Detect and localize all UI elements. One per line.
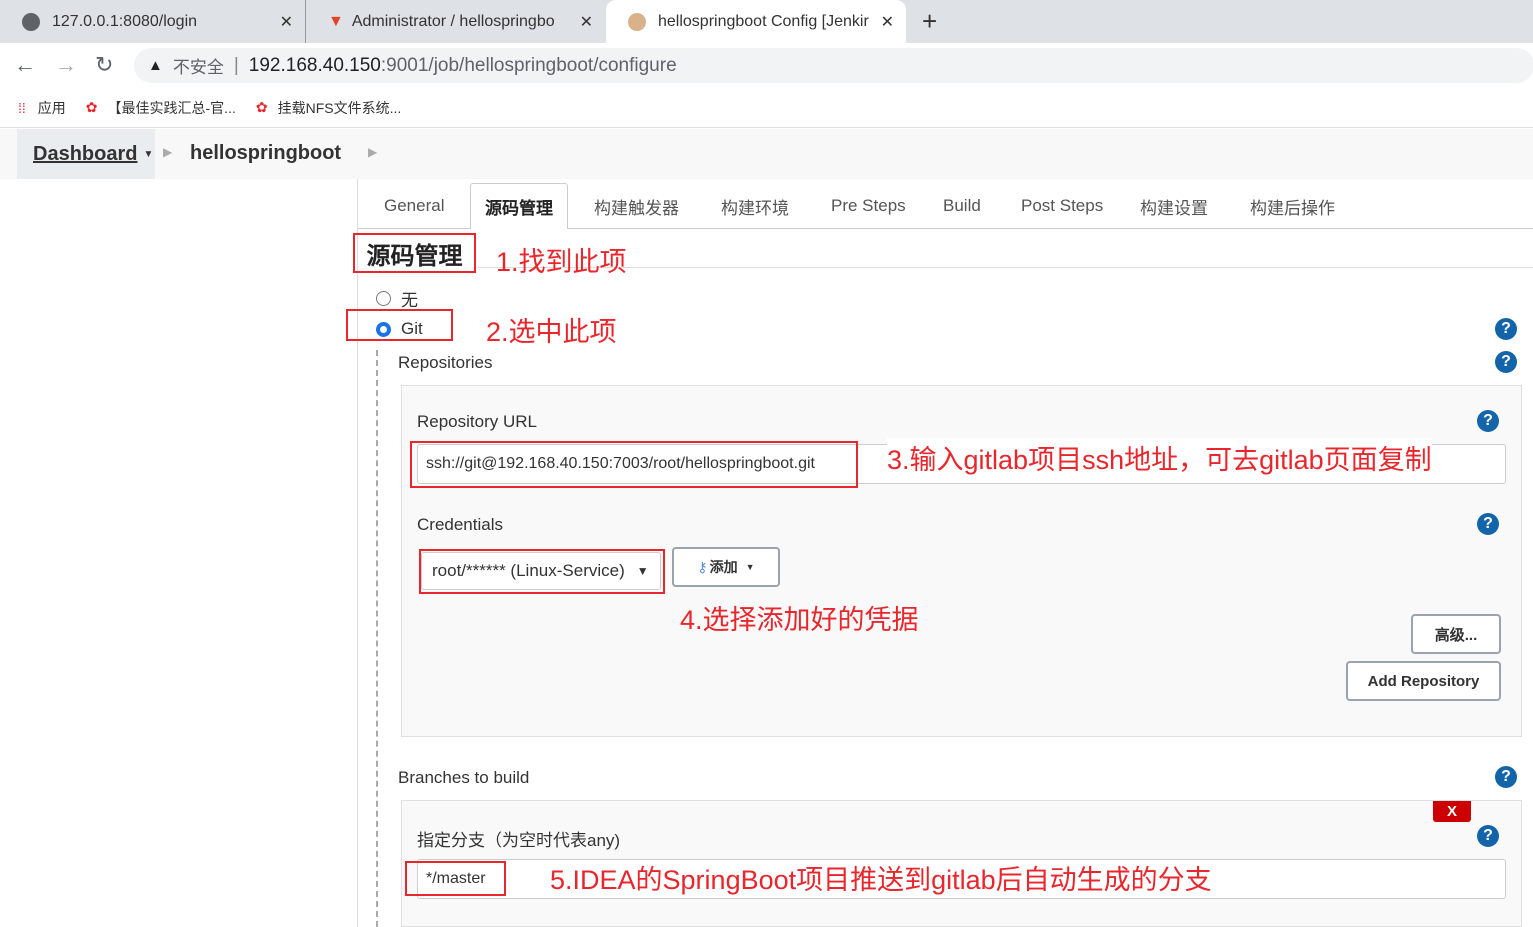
advanced-button[interactable]: 高级... xyxy=(1411,614,1501,654)
bookmark[interactable]: 【最佳实践汇总-官... xyxy=(108,98,236,118)
back-icon[interactable]: ← xyxy=(14,52,36,78)
annotation: 3.输入gitlab项目ssh地址，可去gitlab页面复制 xyxy=(887,438,1432,477)
breadcrumb-dashboard[interactable]: Dashboard ▼ xyxy=(17,129,155,179)
repository-url-label: Repository URL xyxy=(417,412,537,431)
key-icon: ⚷ xyxy=(697,558,708,575)
section-divider xyxy=(478,267,1533,268)
delete-branch-button[interactable]: X xyxy=(1433,801,1471,822)
url-input[interactable]: ▲ 不安全 | 192.168.40.150:9001/job/hellospring… xyxy=(134,48,1533,83)
git-nesting-line xyxy=(376,350,378,927)
bookmark[interactable]: 挂载NFS文件系统... xyxy=(278,98,402,118)
chevron-right-icon: ▶ xyxy=(163,145,173,159)
close-icon[interactable]: ✕ xyxy=(280,12,293,32)
bookmark[interactable]: 应用 xyxy=(38,98,66,118)
forward-icon[interactable]: → xyxy=(55,52,77,78)
annotation-box xyxy=(419,549,665,594)
close-icon[interactable]: ✕ xyxy=(881,12,894,32)
radio-selected-icon[interactable] xyxy=(376,321,391,337)
browser-tab-jenkins[interactable]: hellospringboot Config [Jenkir ✕ xyxy=(606,0,906,43)
branches-label: Branches to build xyxy=(398,768,530,787)
radio-icon[interactable] xyxy=(376,291,391,306)
repositories-label: Repositories xyxy=(398,353,493,372)
gitlab-icon: ▼ xyxy=(328,12,344,30)
tab-post-build[interactable]: 构建后操作 xyxy=(1236,183,1349,229)
browser-tab-gitlab[interactable]: ▼ Administrator / hellospringbo ✕ xyxy=(305,0,605,43)
section-title: 源码管理 xyxy=(353,233,476,273)
tab-build-settings[interactable]: 构建设置 xyxy=(1126,183,1222,229)
branch-spec-label: 指定分支（为空时代表any) xyxy=(417,831,621,850)
help-icon[interactable]: ? xyxy=(1477,513,1499,535)
help-icon[interactable]: ? xyxy=(1495,351,1517,373)
tab-scm[interactable]: 源码管理 xyxy=(470,183,568,229)
huawei-icon: ✿ xyxy=(85,99,98,115)
annotation: 1.找到此项 xyxy=(496,247,627,277)
breadcrumb-job[interactable]: hellospringboot xyxy=(190,142,341,165)
tab-environment[interactable]: 构建环境 xyxy=(707,183,803,229)
new-tab-button[interactable]: + xyxy=(922,6,937,37)
caret-down-icon[interactable]: ▼ xyxy=(143,149,153,160)
add-repository-button[interactable]: Add Repository xyxy=(1346,661,1501,701)
annotation-box xyxy=(410,441,858,488)
tab-pre-steps[interactable]: Pre Steps xyxy=(817,183,920,229)
scm-none-radio[interactable]: 无 xyxy=(376,286,418,311)
help-icon[interactable]: ? xyxy=(1477,410,1499,432)
tab-build[interactable]: Build xyxy=(929,183,995,229)
help-icon[interactable]: ? xyxy=(1495,766,1517,788)
reload-icon[interactable]: ↻ xyxy=(95,52,113,78)
tab-triggers[interactable]: 构建触发器 xyxy=(580,183,693,229)
annotation: 2.选中此项 xyxy=(486,317,617,347)
close-icon[interactable]: ✕ xyxy=(580,12,593,32)
globe-icon xyxy=(22,12,40,31)
tab-general[interactable]: General xyxy=(370,183,458,229)
help-icon[interactable]: ? xyxy=(1495,318,1517,340)
annotation-box xyxy=(405,861,506,896)
add-credentials-button[interactable]: ⚷ 添加 ▼ xyxy=(672,547,780,587)
caret-down-icon: ▼ xyxy=(745,562,755,572)
chevron-right-icon: ▶ xyxy=(368,145,378,159)
annotation: 4.选择添加好的凭据 xyxy=(680,605,919,635)
jenkins-icon xyxy=(628,12,646,31)
bookmarks-bar: ⁞⁞ 应用 ✿ 【最佳实践汇总-官... ✿ 挂载NFS文件系统... xyxy=(0,88,1533,128)
annotation: 5.IDEA的SpringBoot项目推送到gitlab后自动生成的分支 xyxy=(550,865,1212,895)
huawei-icon: ✿ xyxy=(255,99,268,115)
tab-post-steps[interactable]: Post Steps xyxy=(1007,183,1117,229)
browser-tab-login[interactable]: 127.0.0.1:8080/login ✕ xyxy=(0,0,305,43)
help-icon[interactable]: ? xyxy=(1477,825,1499,847)
scm-git-radio[interactable]: Git xyxy=(376,319,423,339)
warning-icon: ▲ xyxy=(148,57,163,74)
apps-icon: ⁞⁞ xyxy=(18,99,26,116)
credentials-label: Credentials xyxy=(417,515,503,534)
